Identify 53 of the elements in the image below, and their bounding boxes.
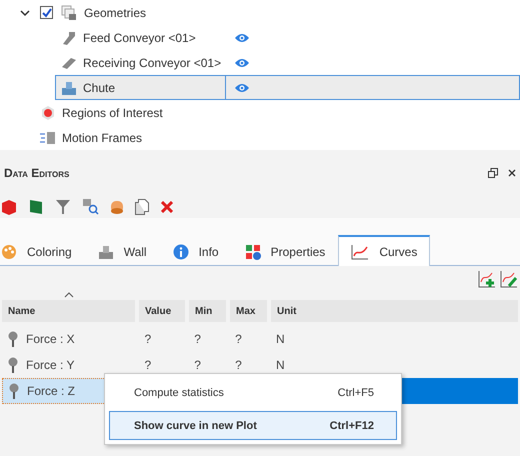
table-cell-text: ?	[234, 331, 243, 348]
column-header[interactable]: Name	[2, 292, 135, 322]
curve-chart-icon	[351, 244, 370, 260]
properties-icon	[244, 244, 261, 260]
filter-icon[interactable]	[55, 199, 71, 215]
close-icon[interactable]	[508, 169, 516, 177]
conveyor-icon	[61, 30, 77, 46]
table-cell-text: ?	[143, 331, 152, 348]
tab[interactable]: Wall	[84, 235, 160, 266]
pin-icon	[8, 357, 18, 373]
menu-item[interactable]: Show curve in new Plot Ctrl+F12	[109, 411, 397, 440]
pin-icon	[8, 331, 18, 347]
tab[interactable]: Coloring	[0, 235, 85, 266]
delete-icon[interactable]	[161, 201, 173, 213]
cube-icon[interactable]	[1, 199, 17, 215]
stacked-shapes-icon	[61, 4, 77, 20]
search-icon[interactable]	[83, 199, 99, 215]
tree-item[interactable]: Regions of Interest	[62, 106, 163, 120]
add-curve-icon[interactable]	[478, 270, 496, 288]
copy-icon[interactable]	[135, 199, 149, 215]
table-cell-text: ?	[234, 357, 243, 374]
tree-item[interactable]: Feed Conveyor <01>	[83, 30, 196, 44]
restore-icon[interactable]	[488, 168, 498, 178]
flag-icon[interactable]	[29, 199, 43, 215]
tree-item[interactable]: Geometries	[84, 6, 146, 20]
selected-row[interactable]: Chute	[55, 75, 520, 100]
tree-item[interactable]: Receiving Conveyor <01>	[83, 56, 222, 70]
panel-title: Data Editors	[4, 166, 70, 180]
table-cell: Force : X	[2, 326, 138, 352]
tab[interactable]: Info	[160, 235, 232, 266]
info-icon	[172, 244, 189, 260]
checkbox[interactable]	[40, 6, 53, 19]
eye-icon[interactable]	[234, 56, 250, 68]
edit-curve-icon[interactable]	[500, 270, 518, 288]
block-icon	[61, 80, 77, 96]
table-cell-text: ?	[193, 331, 202, 348]
eye-icon[interactable]	[234, 82, 250, 94]
table-cell-text: ?	[143, 357, 152, 374]
table-cell-text: ?	[193, 357, 202, 374]
table-cell: Force : Y	[2, 352, 138, 378]
table-cell-text: N	[275, 357, 286, 374]
table-cell-text: N	[275, 331, 286, 348]
sort-caret-icon	[64, 292, 74, 298]
tab[interactable]: Properties	[232, 235, 338, 266]
frames-icon	[40, 130, 56, 144]
eye-icon[interactable]	[234, 32, 250, 44]
hexagon-icon	[40, 104, 56, 120]
cylinder-icon[interactable]	[111, 199, 123, 215]
tree-item[interactable]: Motion Frames	[62, 130, 142, 144]
tree-item[interactable]: Chute	[83, 80, 116, 94]
tab[interactable]: Curves	[338, 235, 430, 266]
block-icon	[98, 244, 114, 260]
pin-icon	[9, 383, 19, 399]
